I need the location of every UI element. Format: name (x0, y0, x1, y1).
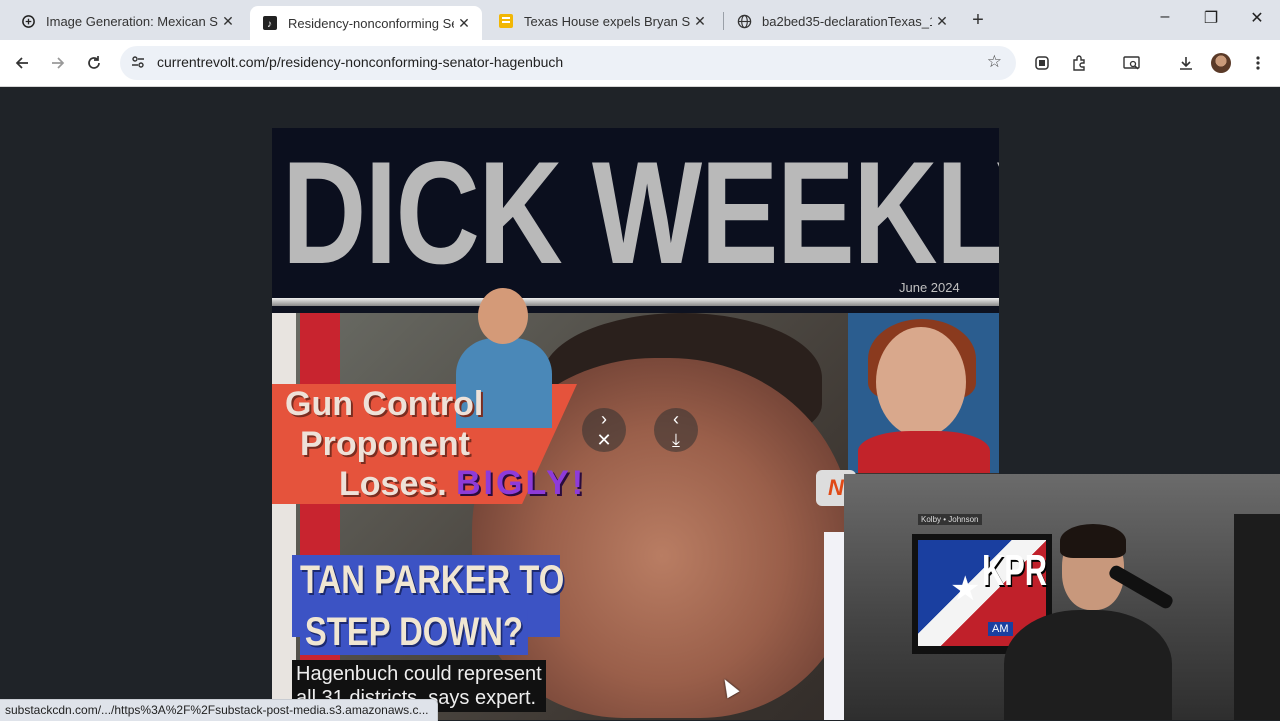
window-close-button[interactable]: ✕ (1242, 8, 1272, 28)
divider (272, 298, 999, 306)
back-button[interactable] (9, 50, 35, 76)
site-info-icon[interactable] (130, 54, 146, 73)
arrow-right-icon (52, 57, 65, 69)
studio-wall (1234, 514, 1280, 720)
headline2-line1: TAN PARKER TO (300, 558, 565, 602)
reload-icon (88, 56, 100, 69)
minimize-button[interactable]: – (1150, 8, 1180, 26)
caption-line1: Hagenbuch could represent (296, 663, 542, 685)
profile-avatar[interactable] (1211, 53, 1231, 73)
tab-label: Image Generation: Mexican Son (46, 13, 218, 29)
tab-strip: Image Generation: Mexican Son ✕ ♪ Reside… (0, 0, 1280, 40)
headline1-line1: Gun Control (285, 385, 484, 423)
inset-portrait (848, 313, 999, 473)
substack-icon: ♪ (262, 15, 278, 31)
texas-star-icon: ★ (950, 570, 981, 608)
svg-text:♪: ♪ (267, 19, 272, 30)
host-hair (1060, 524, 1126, 558)
download-icon[interactable]: ⤓ (664, 428, 688, 452)
menu-icon[interactable] (1245, 50, 1271, 76)
flag-strip-white (272, 313, 296, 720)
tab-label: Residency-nonconforming Sena (288, 15, 454, 31)
bookmark-star-icon[interactable]: ☆ (987, 52, 1002, 72)
tab-label: ba2bed35-declarationTexas_14 (762, 13, 932, 29)
url-text[interactable]: currentrevolt.com/p/residency-nonconform… (157, 54, 563, 70)
status-link-preview: substackcdn.com/.../https%3A%2F%2Fsubsta… (0, 699, 438, 721)
masthead-title: DICK WEEKLY (282, 131, 999, 294)
restore-button[interactable]: ❐ (1196, 8, 1226, 28)
openai-icon (20, 13, 36, 29)
name-plate: Kolby • Johnson (918, 514, 982, 525)
headline2-line2: STEP DOWN? (300, 610, 528, 655)
browser-toolbar: currentrevolt.com/p/residency-nonconform… (0, 40, 1280, 87)
close-icon[interactable]: ✕ (592, 428, 616, 452)
host-person (1004, 524, 1172, 720)
webcam-overlay: Kolby • Johnson ★ KPR AM (844, 474, 1280, 720)
news-icon (498, 13, 514, 29)
inset-shirt (858, 431, 990, 473)
forward-button[interactable] (45, 50, 71, 76)
headline1-line2: Proponent (300, 425, 470, 463)
host-torso (1004, 610, 1172, 720)
inset-face (876, 327, 966, 437)
globe-icon (736, 13, 752, 29)
extensions-icon[interactable] (1066, 50, 1092, 76)
headline1-bigly: BIGLY! (456, 464, 587, 502)
headline1-line3: Loses. (339, 465, 447, 503)
close-icon[interactable]: ✕ (218, 13, 238, 30)
close-icon[interactable]: ✕ (690, 13, 710, 30)
tab-search-icon[interactable] (1029, 50, 1055, 76)
arrow-left-icon (15, 57, 28, 69)
new-tab-button[interactable]: + (967, 9, 989, 31)
tab-texas-house[interactable]: Texas House expels Bryan Slato ✕ (486, 6, 718, 36)
address-bar[interactable]: currentrevolt.com/p/residency-nonconform… (120, 46, 1016, 80)
issue-date: June 2024 (899, 280, 960, 295)
tab-image-generation[interactable]: Image Generation: Mexican Son ✕ (8, 6, 246, 36)
tab-label: Texas House expels Bryan Slato (524, 13, 690, 29)
tab-declaration[interactable]: ba2bed35-declarationTexas_14 ✕ (724, 6, 960, 36)
tab-residency-nonconforming[interactable]: ♪ Residency-nonconforming Sena ✕ (250, 6, 482, 40)
download-icon[interactable] (1173, 50, 1199, 76)
close-icon[interactable]: ✕ (454, 15, 474, 32)
figure-head (478, 288, 528, 344)
flag-strip-red (300, 313, 340, 720)
reload-button[interactable] (81, 50, 107, 76)
cast-icon[interactable] (1119, 50, 1145, 76)
close-icon[interactable]: ✕ (932, 13, 952, 30)
